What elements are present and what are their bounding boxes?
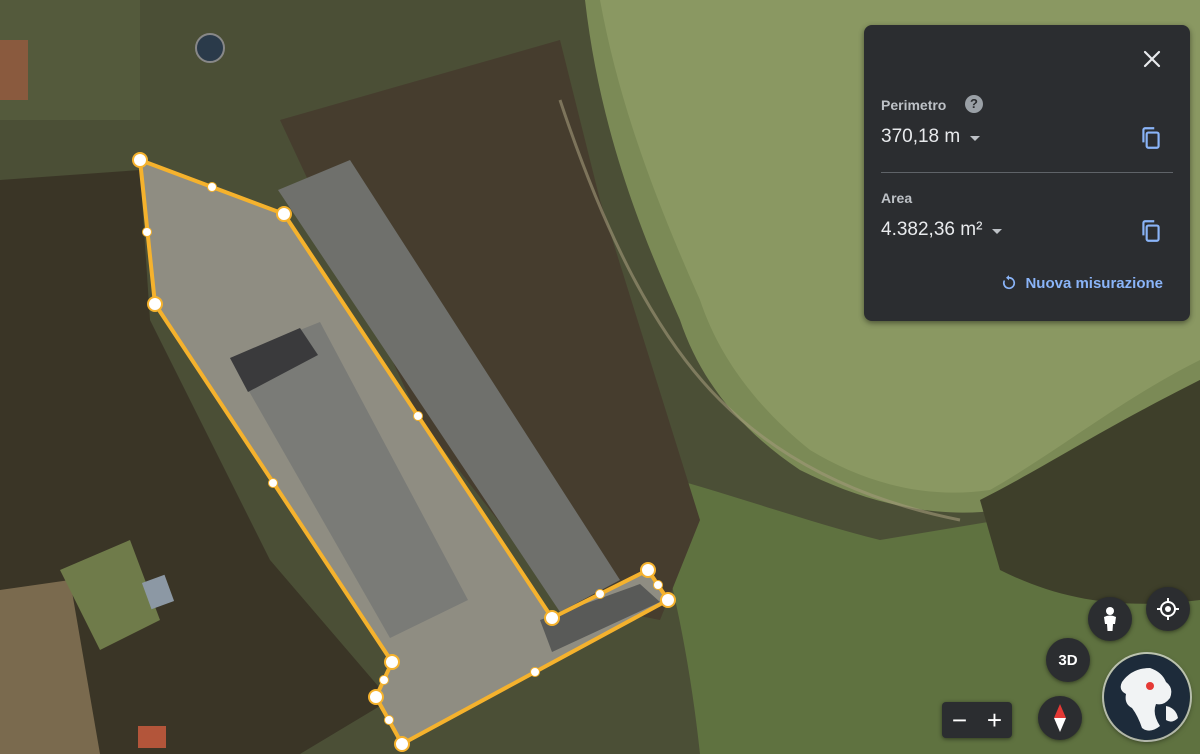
vertex-handle — [394, 736, 410, 752]
house-roof — [0, 40, 28, 100]
zoom-controls: − + — [942, 702, 1012, 738]
perimeter-value: 370,18 m — [881, 126, 961, 147]
zoom-in-button[interactable]: + — [977, 702, 1012, 738]
globe-button[interactable] — [1104, 654, 1190, 740]
new-measurement-button[interactable]: Nuova misurazione — [1000, 274, 1163, 292]
midpoint-handle — [268, 478, 278, 488]
midpoint-handle — [142, 227, 152, 237]
midpoint-handle — [384, 715, 394, 725]
my-location-button[interactable] — [1146, 587, 1190, 631]
vertex-handle — [368, 689, 384, 705]
vertex-handle — [544, 610, 560, 626]
my-location-icon — [1157, 598, 1179, 620]
globe-icon — [1104, 654, 1190, 740]
vertex-handle — [640, 562, 656, 578]
area-unit-dropdown[interactable]: 4.382,36 m² — [881, 219, 1003, 241]
divider — [881, 172, 1173, 173]
midpoint-handle — [413, 411, 423, 421]
compass-icon — [1054, 704, 1066, 732]
new-measurement-label: Nuova misurazione — [1025, 274, 1163, 292]
midpoint-handle — [653, 580, 663, 590]
midpoint-handle — [207, 182, 217, 192]
perimeter-unit-dropdown[interactable]: 370,18 m — [881, 126, 981, 148]
copy-perimeter-button[interactable] — [1138, 125, 1164, 151]
close-icon — [1143, 50, 1161, 68]
vertex-handle — [276, 206, 292, 222]
help-icon[interactable]: ? — [965, 95, 983, 113]
vertex-handle — [147, 296, 163, 312]
pegman-icon — [1104, 607, 1116, 631]
midpoint-handle — [379, 675, 389, 685]
area-value: 4.382,36 m² — [881, 219, 983, 240]
3d-label: 3D — [1058, 651, 1078, 669]
copy-area-button[interactable] — [1138, 218, 1164, 244]
measure-panel: Perimetro ? 370,18 m Area 4.382,36 m² Nu… — [864, 25, 1190, 321]
midpoint-handle — [595, 589, 605, 599]
refresh-icon — [1003, 275, 1016, 290]
close-button[interactable] — [1140, 47, 1164, 71]
chevron-down-icon — [992, 228, 1003, 234]
3d-toggle-button[interactable]: 3D — [1046, 638, 1090, 682]
zoom-out-button[interactable]: − — [942, 702, 977, 738]
area-label: Area — [881, 190, 913, 206]
copy-icon — [1142, 220, 1160, 242]
vertex-handle — [660, 592, 676, 608]
vertex-handle — [384, 654, 400, 670]
perimeter-label: Perimetro — [881, 97, 947, 113]
pool — [195, 33, 225, 63]
compass-button[interactable] — [1038, 696, 1082, 740]
roof-red — [138, 726, 166, 748]
midpoint-handle — [530, 667, 540, 677]
street-view-button[interactable] — [1088, 597, 1132, 641]
copy-icon — [1142, 127, 1160, 149]
chevron-down-icon — [970, 135, 981, 141]
vertex-handle — [132, 152, 148, 168]
